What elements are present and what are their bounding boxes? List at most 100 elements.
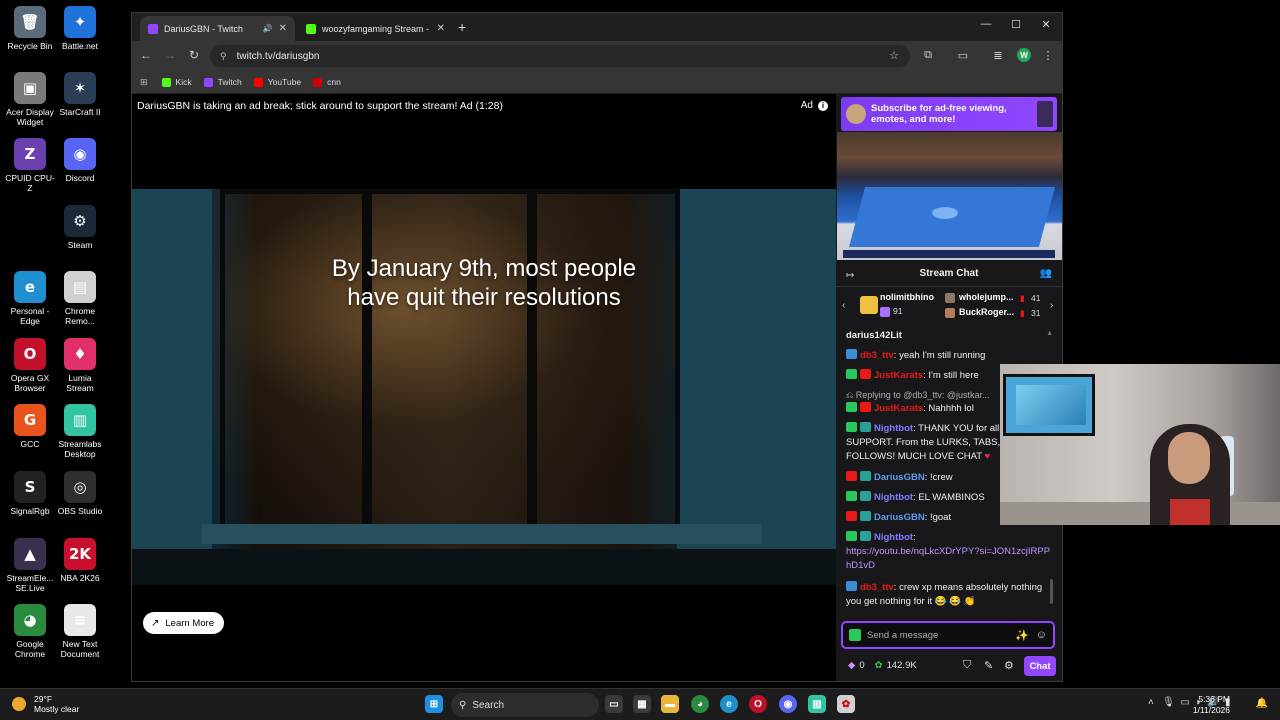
bookmark-twitch[interactable]: Twitch — [203, 77, 242, 87]
media-controls-icon[interactable]: ≣ — [990, 49, 1006, 62]
chat-scrollbar[interactable] — [1050, 579, 1053, 604]
site-info-icon[interactable]: ⚲ — [220, 51, 227, 62]
minimize-button[interactable]: — — [976, 18, 996, 30]
edge-icon[interactable]: e — [720, 695, 738, 713]
community-icon[interactable]: 👥 — [1040, 268, 1052, 279]
desktop-icon-new-text-document[interactable]: ≡ New Text Document — [54, 604, 106, 659]
badge-icon[interactable] — [860, 531, 871, 541]
subscribe-banner[interactable]: Subscribe for ad-free viewing, emotes, a… — [841, 97, 1057, 131]
leaderboard-prev-icon[interactable]: ‹ — [842, 300, 845, 311]
reload-button[interactable]: ↻ — [186, 48, 202, 62]
chat-username[interactable]: db3_ttv — [860, 582, 894, 593]
back-button[interactable]: ← — [138, 48, 154, 62]
start-menu-icon[interactable]: ⊞ — [425, 695, 443, 713]
desktop-icon-discord[interactable]: ◉ Discord — [54, 138, 106, 183]
extensions-icon[interactable]: ⧉ — [920, 49, 936, 62]
badge-icon[interactable] — [846, 471, 857, 481]
badge-icon[interactable] — [846, 402, 857, 412]
close-tab-icon[interactable]: ✕ — [437, 23, 445, 34]
badge-icon[interactable] — [846, 491, 857, 501]
badge-icon[interactable] — [846, 349, 857, 359]
tab-kick[interactable]: woozyfamgaming Stream - Wa... ✕ — [298, 16, 453, 41]
bookmark-cnn[interactable]: cnn — [313, 77, 341, 87]
profile-avatar[interactable]: W — [1017, 48, 1031, 62]
app-icon[interactable]: ✿ — [837, 695, 855, 713]
desktop-icon-streamlabs-desktop[interactable]: ▥ Streamlabs Desktop — [54, 404, 106, 459]
notification-bell-icon[interactable]: 🔔 — [1256, 698, 1268, 709]
task-view-icon[interactable]: ▭ — [605, 695, 623, 713]
badge-icon[interactable] — [860, 369, 871, 379]
desktop-icon-signalrgb[interactable]: S SignalRgb — [4, 471, 56, 516]
chat-username[interactable]: Nightbot — [874, 423, 913, 434]
new-tab-button[interactable]: + — [458, 19, 466, 35]
learn-more-button[interactable]: ↗ Learn More — [143, 612, 224, 634]
desktop-icon-starcraft-ii[interactable]: ✶ StarCraft II — [54, 72, 106, 117]
chat-username[interactable]: Nightbot — [874, 532, 913, 543]
desktop-icon-steam[interactable]: ⚙ Steam — [54, 205, 106, 250]
desktop-icon-google-chrome[interactable]: ◕ Google Chrome — [4, 604, 56, 659]
pen-icon[interactable]: ✎ — [984, 659, 993, 672]
chat-link[interactable]: https://youtu.be/nqLkcXDrYPY?si=JON1zcjI… — [846, 545, 1051, 573]
badge-icon[interactable] — [846, 369, 857, 379]
badge-icon[interactable] — [860, 511, 871, 521]
widgets-icon[interactable]: ▦ — [633, 695, 651, 713]
badge-icon[interactable] — [860, 491, 871, 501]
badge-icon[interactable] — [846, 422, 857, 432]
desktop-icon-recycle-bin[interactable]: 🗑 Recycle Bin — [4, 6, 56, 51]
taskbar-search[interactable]: ⚲ Search — [451, 693, 599, 717]
clock[interactable]: 5:36 PM 1/11/2026 — [1193, 694, 1230, 716]
desktop-icon-streamele-se-live[interactable]: ▲ StreamEle... SE.Live — [4, 538, 56, 593]
discord-icon[interactable]: ◉ — [779, 695, 797, 713]
desktop-icon-gcc[interactable]: G GCC — [4, 404, 56, 449]
badge-icon[interactable] — [860, 422, 871, 432]
menu-icon[interactable]: ⋮ — [1040, 49, 1056, 62]
desktop-icon-battle-net[interactable]: ✦ Battle.net — [54, 6, 106, 51]
chrome-icon[interactable]: ◕ — [691, 695, 709, 713]
chat-username[interactable]: darius142Lit — [846, 330, 902, 341]
chat-username[interactable]: JustKarats — [874, 403, 923, 414]
desktop-icon-chrome-remo[interactable]: ▤ Chrome Remo... — [54, 271, 106, 326]
chat-username[interactable]: DariusGBN — [874, 472, 925, 483]
settings-gear-icon[interactable]: ⚙ — [1004, 659, 1014, 672]
desktop-icon-opera-gx-browser[interactable]: O Opera GX Browser — [4, 338, 56, 393]
badge-icon[interactable] — [846, 581, 857, 591]
chat-username[interactable]: db3_ttv — [860, 350, 894, 361]
desktop-icon-cpuid-cpu-z[interactable]: Z CPUID CPU-Z — [4, 138, 56, 193]
chat-username[interactable]: Nightbot — [874, 492, 913, 503]
cast-icon[interactable]: ▭ — [955, 49, 971, 62]
video-player[interactable]: DariusGBN is taking an ad break; stick a… — [132, 94, 836, 681]
weather-widget[interactable]: 29°F Mostly clear — [12, 694, 79, 714]
tab-twitch[interactable]: DariusGBN - Twitch 🔊 ✕ — [140, 16, 295, 41]
chat-username[interactable]: JustKarats — [874, 370, 923, 381]
bookmark-star-icon[interactable]: ☆ — [886, 49, 902, 62]
bookmark-kick[interactable]: Kick — [161, 77, 192, 87]
close-window-button[interactable]: ✕ — [1036, 18, 1056, 31]
chat-input[interactable]: Send a message ✨ ☺ — [841, 621, 1055, 649]
file-explorer-icon[interactable]: ▬ — [661, 695, 679, 713]
badge-icon[interactable] — [846, 511, 857, 521]
desktop-icon-lumia-stream[interactable]: ♦ Lumia Stream — [54, 338, 106, 393]
bookmark-youtube[interactable]: YouTube — [253, 77, 301, 87]
points-display[interactable]: ◆ 0 ✿ 142.9K — [848, 660, 917, 671]
badge-icon[interactable] — [860, 402, 871, 412]
streamlabs-icon[interactable]: ▥ — [808, 695, 826, 713]
forward-button[interactable]: → — [162, 48, 178, 62]
emote-picker-icon[interactable]: ☺ — [1036, 629, 1047, 641]
info-icon[interactable]: i — [818, 100, 828, 111]
address-bar[interactable]: ⚲ twitch.tv/dariusgbn — [210, 45, 910, 67]
leaderboard-next-icon[interactable]: › — [1050, 300, 1053, 311]
desktop-icon-personal-edge[interactable]: e Personal - Edge — [4, 271, 56, 326]
collapse-chat-icon[interactable]: ↦ — [846, 270, 854, 281]
shield-icon[interactable]: ⛉ — [963, 659, 971, 672]
close-tab-icon[interactable]: ✕ — [279, 23, 287, 34]
desktop-icon-obs-studio[interactable]: ◎ OBS Studio — [54, 471, 106, 516]
chat-username[interactable]: DariusGBN — [874, 512, 925, 523]
chat-send-button[interactable]: Chat — [1024, 656, 1056, 676]
badge-icon[interactable] — [860, 471, 871, 481]
badge-icon[interactable] — [846, 531, 857, 541]
apps-grid-icon[interactable]: ⊞ — [140, 77, 148, 88]
mini-player[interactable] — [837, 132, 1062, 260]
maximize-button[interactable]: ☐ — [1006, 18, 1026, 31]
bits-cheer-icon[interactable]: ✨ — [1015, 629, 1029, 642]
desktop-icon-acer-display-widget[interactable]: ▣ Acer Display Widget — [4, 72, 56, 127]
